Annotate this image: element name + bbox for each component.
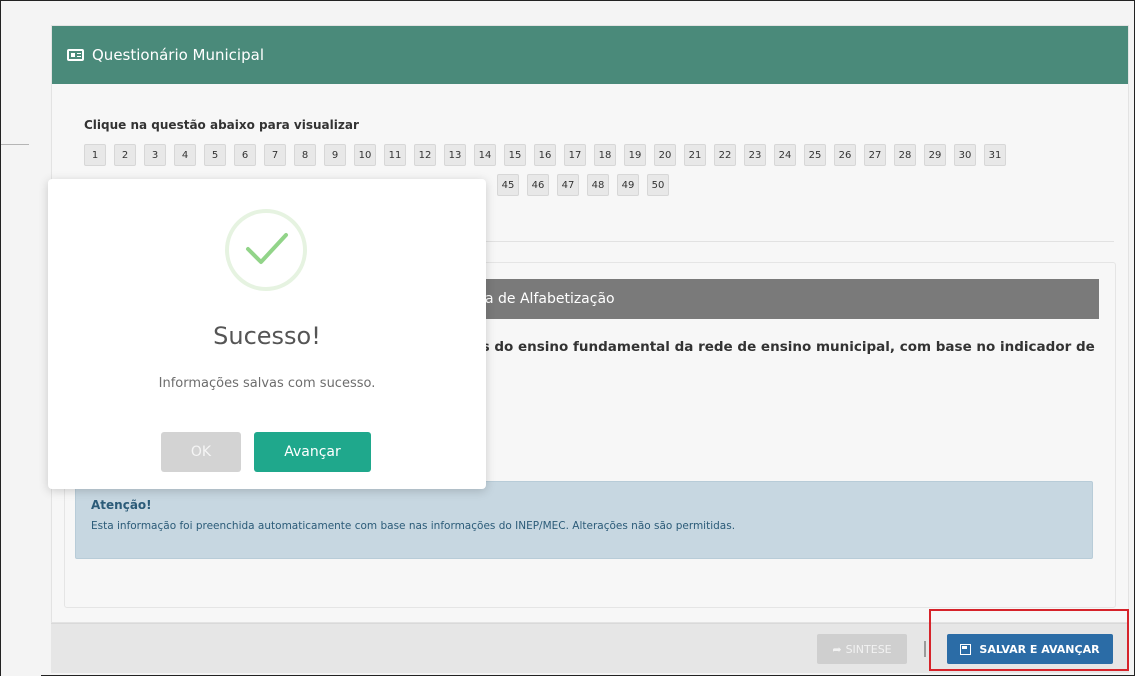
save-and-advance-button[interactable]: SALVAR E AVANÇAR xyxy=(947,634,1113,664)
question-button[interactable]: 2 xyxy=(114,144,136,166)
question-button[interactable]: 19 xyxy=(624,144,646,166)
panel-header: Questionário Municipal xyxy=(52,26,1128,84)
id-card-icon xyxy=(67,49,84,61)
question-button[interactable]: 29 xyxy=(924,144,946,166)
question-button[interactable]: 13 xyxy=(444,144,466,166)
panel-title: Questionário Municipal xyxy=(92,46,264,64)
question-button[interactable]: 47 xyxy=(557,174,579,196)
question-button[interactable]: 15 xyxy=(504,144,526,166)
question-button[interactable]: 14 xyxy=(474,144,496,166)
sintese-button[interactable]: ➦ SINTESE xyxy=(817,634,907,664)
question-button[interactable]: 50 xyxy=(647,174,669,196)
question-button[interactable]: 18 xyxy=(594,144,616,166)
question-navigator-title: Clique na questão abaixo para visualizar xyxy=(84,118,359,132)
question-button[interactable]: 46 xyxy=(527,174,549,196)
question-button[interactable]: 11 xyxy=(384,144,406,166)
question-button[interactable]: 12 xyxy=(414,144,436,166)
success-modal: Sucesso! Informações salvas com sucesso.… xyxy=(48,179,486,489)
question-button[interactable]: 30 xyxy=(954,144,976,166)
save-icon xyxy=(960,643,972,655)
question-button[interactable]: 10 xyxy=(354,144,376,166)
question-button[interactable]: 23 xyxy=(744,144,766,166)
advance-button[interactable]: Avançar xyxy=(254,432,371,472)
success-check-icon xyxy=(225,209,307,291)
separator xyxy=(924,641,926,657)
question-button[interactable]: 9 xyxy=(324,144,346,166)
question-button[interactable]: 16 xyxy=(534,144,556,166)
question-button[interactable]: 5 xyxy=(204,144,226,166)
question-button[interactable]: 24 xyxy=(774,144,796,166)
question-button[interactable]: 48 xyxy=(587,174,609,196)
alert-title: Atenção! xyxy=(91,498,152,512)
question-button[interactable]: 3 xyxy=(144,144,166,166)
question-button[interactable]: 45 xyxy=(497,174,519,196)
question-button[interactable]: 25 xyxy=(804,144,826,166)
question-button[interactable]: 26 xyxy=(834,144,856,166)
question-button[interactable]: 22 xyxy=(714,144,736,166)
question-button[interactable]: 6 xyxy=(234,144,256,166)
modal-title: Sucesso! xyxy=(213,322,321,350)
question-button[interactable]: 21 xyxy=(684,144,706,166)
alert-text: Esta informação foi preenchida automatic… xyxy=(91,520,736,532)
sidebar-divider xyxy=(1,144,29,145)
question-button[interactable]: 20 xyxy=(654,144,676,166)
section-title: a de Alfabetização xyxy=(485,291,615,307)
question-button[interactable]: 28 xyxy=(894,144,916,166)
question-button[interactable]: 1 xyxy=(84,144,106,166)
question-button[interactable]: 31 xyxy=(984,144,1006,166)
question-button[interactable]: 8 xyxy=(294,144,316,166)
question-button[interactable]: 49 xyxy=(617,174,639,196)
modal-message: Informações salvas com sucesso. xyxy=(158,376,376,391)
sidebar xyxy=(1,1,41,676)
ok-button[interactable]: OK xyxy=(161,432,241,472)
question-button[interactable]: 17 xyxy=(564,144,586,166)
footer-actions: ➦ SINTESE SALVAR E AVANÇAR xyxy=(51,623,1129,673)
question-button[interactable]: 4 xyxy=(174,144,196,166)
question-button[interactable]: 27 xyxy=(864,144,886,166)
info-alert: Atenção! Esta informação foi preenchida … xyxy=(75,481,1093,559)
question-button[interactable]: 7 xyxy=(264,144,286,166)
share-icon: ➦ xyxy=(832,642,842,656)
